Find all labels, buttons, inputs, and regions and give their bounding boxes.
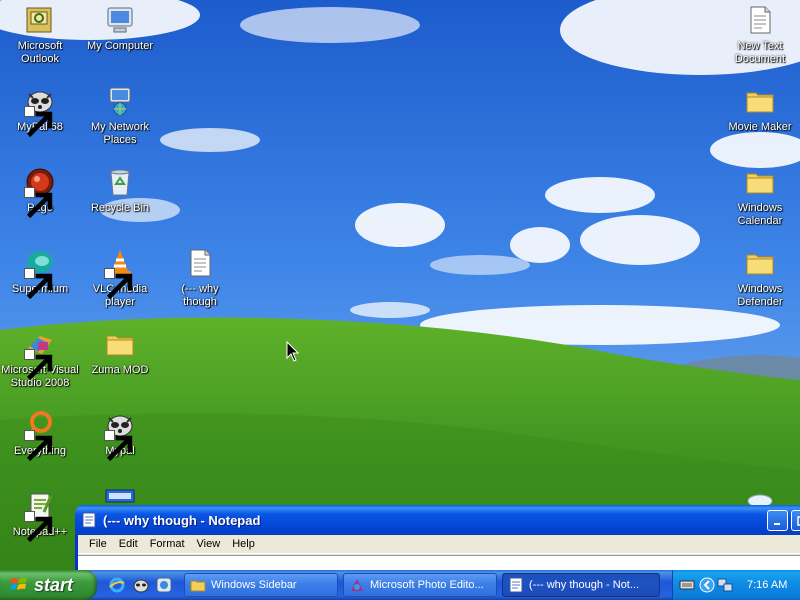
- notepad-icon: [509, 577, 523, 593]
- windows-flag-icon: [10, 577, 27, 590]
- desktop-icon-label: New Text Document: [734, 40, 786, 65]
- desktop-icon-notepadpp[interactable]: Notepad++: [0, 490, 80, 543]
- menu-help[interactable]: Help: [226, 538, 261, 550]
- recycle-bin-icon: [104, 166, 136, 198]
- raccoon-icon[interactable]: [132, 576, 150, 594]
- clock[interactable]: 7:16 AM: [747, 579, 787, 591]
- shortcut-arrow-icon: [24, 106, 53, 138]
- vlc-cone-icon: [104, 247, 136, 300]
- task-label: Windows Sidebar: [211, 579, 297, 591]
- start-label: start: [34, 574, 74, 595]
- mouse-cursor-icon: [286, 341, 300, 362]
- desktop-icon-movie-maker[interactable]: Movie Maker: [720, 85, 800, 134]
- desktop-icon-pego[interactable]: Pego: [0, 166, 80, 219]
- folder-icon: [104, 328, 136, 360]
- network-places-icon: [104, 85, 136, 117]
- supermium-icon: [24, 247, 56, 300]
- desktop-icon-label: My Computer: [86, 40, 154, 52]
- desktop-icon-label: My Network Places: [90, 121, 150, 146]
- shortcut-arrow-icon: [24, 511, 53, 543]
- shortcut-arrow-icon: [104, 430, 133, 462]
- desktop-icon-label: Windows Calendar: [737, 202, 783, 227]
- desktop-icon-why-though[interactable]: (--- why though: [160, 247, 240, 309]
- photo-editor-icon: [351, 579, 363, 591]
- media-player-icon[interactable]: [155, 576, 173, 594]
- desktop-icon-mypal68[interactable]: MyPal 68: [0, 85, 80, 138]
- desktop-icon-mypal[interactable]: Mypal: [80, 409, 160, 462]
- start-button[interactable]: start: [0, 570, 97, 600]
- desktop-icon-label: Movie Maker: [728, 121, 792, 133]
- desktop-icon-recycle-bin[interactable]: Recycle Bin: [80, 166, 160, 215]
- shortcut-arrow-icon: [24, 187, 53, 219]
- folder-icon: [744, 85, 776, 117]
- taskbar-button-windows-sidebar[interactable]: Windows Sidebar: [184, 573, 338, 597]
- shortcut-arrow-icon: [24, 430, 53, 462]
- menu-format[interactable]: Format: [144, 538, 191, 550]
- taskbar-button-photo-editor[interactable]: Microsoft Photo Edito...: [343, 573, 497, 597]
- task-label: Microsoft Photo Edito...: [370, 579, 484, 591]
- minimize-icon: [773, 522, 780, 525]
- taskbar-button-notepad[interactable]: (--- why though - Not...: [502, 573, 660, 597]
- desktop-icon-label: Windows Defender: [737, 283, 783, 308]
- shortcut-arrow-icon: [104, 268, 133, 300]
- window-title: (--- why though - Notepad: [103, 512, 261, 528]
- maximize-button[interactable]: [791, 510, 800, 531]
- desktop-icon-windows-defender[interactable]: Windows Defender: [720, 247, 800, 309]
- desktop-icon-supermium[interactable]: Supermium: [0, 247, 80, 300]
- chevron-left-icon[interactable]: [699, 577, 715, 593]
- menu-edit[interactable]: Edit: [113, 538, 144, 550]
- minimize-button[interactable]: [767, 510, 788, 531]
- desktop-icon-label: Recycle Bin: [90, 202, 150, 214]
- shortcut-arrow-icon: [24, 349, 53, 381]
- maximize-icon: [796, 515, 800, 526]
- desktop-icon-my-computer[interactable]: My Computer: [80, 4, 160, 53]
- desktop-icon-msvs[interactable]: Microsoft Visual Studio 2008: [0, 328, 80, 390]
- folder-icon: [190, 580, 206, 592]
- desktop-icon-label: (--- why though: [181, 283, 219, 308]
- system-tray: 7:16 AM: [672, 570, 800, 600]
- internet-explorer-icon[interactable]: [108, 576, 126, 594]
- network-icon[interactable]: [717, 577, 733, 593]
- folder-icon: [744, 247, 776, 279]
- keyboard-icon[interactable]: [679, 577, 695, 593]
- notepad-icon: [82, 512, 96, 528]
- outlook-icon: [24, 4, 56, 36]
- notepadpp-icon: [24, 490, 56, 543]
- desktop-icon-label: Microsoft Outlook: [17, 40, 63, 65]
- visual-studio-icon: [24, 328, 56, 381]
- shortcut-arrow-icon: [24, 268, 53, 300]
- menu-view[interactable]: View: [191, 538, 227, 550]
- desktop-icon-new-text-document[interactable]: New Text Document: [720, 4, 800, 66]
- raccoon-icon: [104, 409, 136, 462]
- text-document-icon: [184, 247, 216, 279]
- desktop-icon-windows-calendar[interactable]: Windows Calendar: [720, 166, 800, 228]
- taskbar: start Windows Sidebar Microsoft Photo Ed…: [0, 570, 800, 600]
- folder-icon: [744, 166, 776, 198]
- desktop-icon-zuma[interactable]: Zuma MOD: [80, 328, 160, 377]
- magnifier-icon: [24, 409, 56, 462]
- notepad-menubar: File Edit Format View Help: [78, 535, 800, 554]
- desktop-icon-outlook[interactable]: Microsoft Outlook: [0, 4, 80, 66]
- task-label: (--- why though - Not...: [529, 579, 640, 591]
- computer-icon: [104, 4, 136, 36]
- notepad-titlebar[interactable]: (--- why though - Notepad: [75, 505, 800, 535]
- pego-icon: [24, 166, 56, 219]
- desktop-icon-everything[interactable]: Everything: [0, 409, 80, 462]
- raccoon-icon: [24, 85, 56, 138]
- notepad-window[interactable]: (--- why though - Notepad File Edit Form…: [75, 505, 800, 575]
- menu-file[interactable]: File: [83, 538, 113, 550]
- desktop-icon-network-places[interactable]: My Network Places: [80, 85, 160, 147]
- text-document-icon: [744, 4, 776, 36]
- desktop-icon-vlc[interactable]: VLC media player: [80, 247, 160, 309]
- desktop-icon-label: Zuma MOD: [91, 364, 149, 376]
